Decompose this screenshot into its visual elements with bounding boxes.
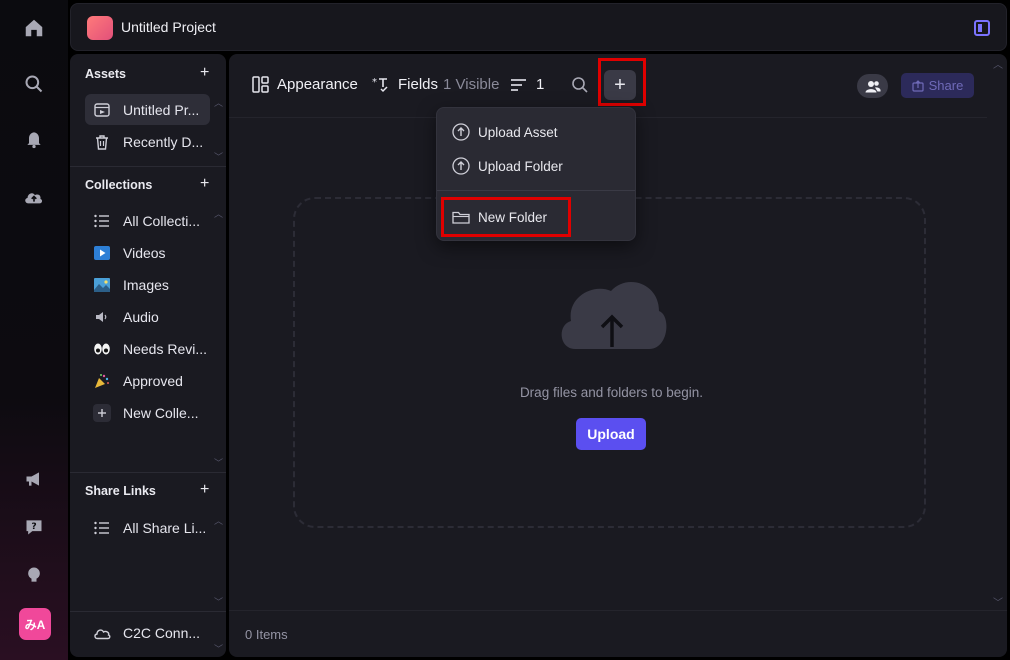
items-count: 0 Items [245,627,288,642]
share-button[interactable]: Share [901,73,974,98]
home-icon[interactable] [22,16,46,40]
appearance-button[interactable]: Appearance [252,76,358,93]
sidebar-item-label: Videos [123,244,166,261]
add-collection-button[interactable]: + [200,175,209,193]
appearance-label: Appearance [277,76,358,93]
sidebar-item-c2c-connections[interactable]: C2C Conn... [85,617,210,648]
top-bar: Untitled Project [70,3,1007,51]
fields-icon: * [372,76,390,93]
share-links-heading: Share Links [85,484,156,498]
project-logo [87,16,113,40]
sidebar-item-all-collections[interactable]: All Collecti... [85,205,210,236]
scroll-up-icon[interactable]: ︿ [214,514,223,527]
sort-button[interactable]: 1 [511,76,544,93]
trash-icon [93,133,111,151]
divider [437,190,635,191]
search-icon[interactable] [22,72,46,96]
divider [70,611,226,612]
sidebar: Assets + Untitled Pr... Recently D... ︿ … [70,54,226,657]
sidebar-item-untitled-project[interactable]: Untitled Pr... [85,94,210,125]
sidebar-item-all-share-links[interactable]: All Share Li... [85,512,210,543]
svg-text:*: * [372,77,377,88]
cloud-icon [93,624,111,642]
scroll-up-icon[interactable]: ︿ [993,56,1003,71]
menu-item-label: Upload Asset [478,124,558,140]
share-icon [912,79,924,92]
divider [70,166,226,167]
sort-icon [511,78,526,92]
drop-zone[interactable]: Drag files and folders to begin. Upload [293,197,926,528]
cloud-upload-icon[interactable] [22,185,46,209]
sidebar-item-label: Images [123,276,169,293]
sidebar-item-label: Audio [123,308,159,325]
sidebar-item-audio[interactable]: Audio [85,301,210,332]
add-share-link-button[interactable]: + [200,481,209,499]
sidebar-item-new-collection[interactable]: New Colle... [85,397,210,428]
menu-item-upload-folder[interactable]: Upload Folder [437,150,635,182]
left-rail: ? みA [0,0,68,660]
plus-icon [93,403,111,422]
collections-heading: Collections [85,178,153,192]
list-icon [93,212,111,230]
help-icon[interactable]: ? [22,515,46,539]
search-button[interactable] [571,76,589,94]
upload-circle-icon [452,123,470,141]
share-label: Share [928,78,964,93]
sidebar-item-label: All Share Li... [123,519,207,536]
scroll-down-icon[interactable]: ﹀ [214,150,223,163]
panel-toggle-icon[interactable] [974,20,990,36]
menu-item-label: Upload Folder [478,158,563,174]
sidebar-item-label: New Colle... [123,404,199,421]
highlight-box [441,197,571,237]
project-title[interactable]: Untitled Project [121,19,216,35]
sidebar-item-approved[interactable]: Approved [85,365,210,396]
sidebar-item-images[interactable]: Images [85,269,210,300]
megaphone-icon[interactable] [22,467,46,491]
upload-button[interactable]: Upload [576,418,646,450]
list-icon [93,519,111,537]
sidebar-item-recently-deleted[interactable]: Recently D... [85,126,210,157]
party-popper-icon [93,372,111,390]
scroll-up-icon[interactable]: ︿ [214,96,223,109]
upload-circle-icon [452,157,470,175]
collaborators-button[interactable] [857,74,888,98]
avatar[interactable]: みA [19,608,51,640]
people-icon [865,80,881,93]
sidebar-item-label: Needs Revi... [123,340,208,357]
sidebar-item-label: Approved [123,372,183,389]
divider [229,610,1007,611]
drop-zone-text: Drag files and folders to begin. [519,385,704,400]
cloud-upload-icon [557,275,667,355]
sidebar-item-videos[interactable]: Videos [85,237,210,268]
scroll-down-icon[interactable]: ﹀ [214,595,223,608]
image-icon [93,276,111,294]
sidebar-item-label: All Collecti... [123,212,201,229]
search-icon [571,76,589,94]
sort-count: 1 [536,76,545,93]
fields-visible-count: 1 Visible [443,76,500,93]
lightbulb-icon[interactable] [22,563,46,587]
eyes-icon [93,340,111,358]
add-asset-button[interactable]: + [200,64,209,82]
scroll-down-icon[interactable]: ﹀ [214,456,223,469]
assets-heading: Assets [85,67,126,81]
sidebar-item-label: C2C Conn... [123,624,201,641]
highlight-box [598,58,646,106]
video-icon [93,244,111,262]
fields-label: Fields [398,76,439,93]
divider [70,472,226,473]
menu-item-upload-asset[interactable]: Upload Asset [437,116,635,148]
scroll-down-icon[interactable]: ﹀ [993,594,1003,609]
project-icon [93,101,111,119]
sidebar-item-label: Recently D... [123,133,204,150]
fields-button[interactable]: * Fields 1 Visible [372,76,499,93]
svg-text:?: ? [31,521,36,532]
speaker-icon [93,308,111,326]
sidebar-item-needs-review[interactable]: Needs Revi... [85,333,210,364]
layout-icon [252,76,269,93]
sidebar-item-label: Untitled Pr... [123,101,200,118]
bell-icon[interactable] [22,127,46,151]
scroll-up-icon[interactable]: ︿ [214,207,223,220]
scroll-down-icon[interactable]: ﹀ [214,642,223,655]
